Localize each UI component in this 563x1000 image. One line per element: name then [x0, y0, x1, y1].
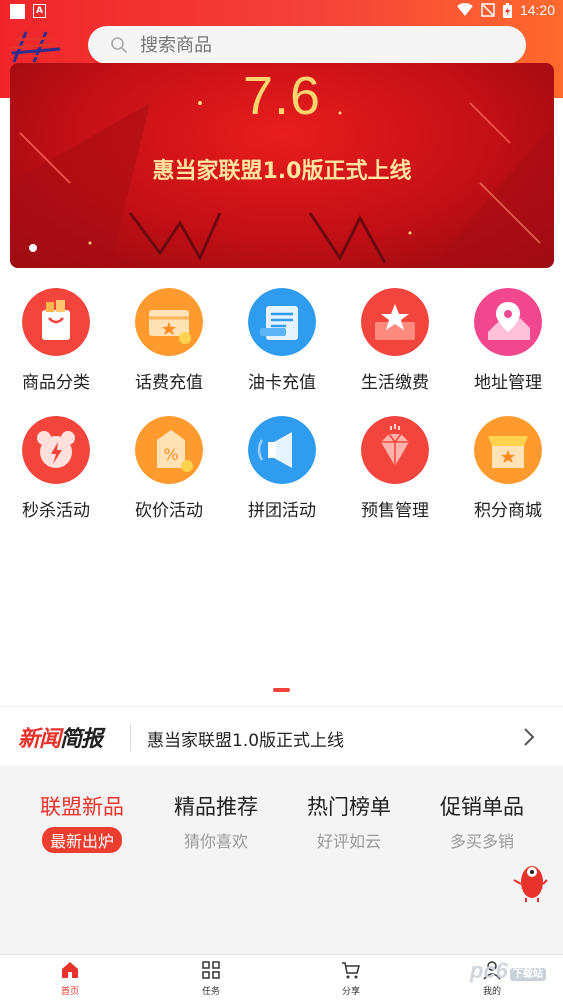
tab-title: 联盟新品: [40, 795, 124, 819]
category-item[interactable]: % 砍价活动: [119, 416, 219, 521]
category-label: 地址管理: [474, 373, 542, 393]
grid-page-indicator: [273, 688, 290, 692]
bargain-tag-icon: %: [135, 416, 203, 484]
notification-square-icon: [10, 4, 25, 19]
category-label: 预售管理: [361, 501, 429, 521]
banner-date: 7.6: [242, 66, 322, 126]
no-signal-icon: [481, 3, 495, 17]
nav-share[interactable]: 分享: [321, 960, 381, 997]
tab-subtitle: 多买多销: [449, 832, 514, 851]
tab-subtitle: 好评如云: [316, 832, 381, 851]
watermark: pc6 下载站: [470, 958, 546, 984]
tab-subtitle: 最新出炉: [41, 827, 122, 853]
category-label: 话费充值: [135, 373, 203, 393]
grid-icon: [202, 961, 220, 979]
news-ticker[interactable]: 新闻简报 惠当家联盟1.0版正式上线: [0, 706, 563, 766]
category-label: 秒杀活动: [22, 501, 90, 521]
points-store-icon: [474, 416, 542, 484]
category-item[interactable]: 油卡充值: [232, 288, 332, 393]
status-time: 14:20: [519, 2, 555, 18]
banner-headline: 惠当家联盟1.0版正式上线: [152, 159, 412, 184]
notification-icons: A: [10, 4, 46, 19]
phone-recharge-icon: [135, 288, 203, 356]
category-item[interactable]: 秒杀活动: [6, 416, 106, 521]
tab-title: 促销单品: [440, 795, 524, 819]
category-item[interactable]: 商品分类: [6, 288, 106, 393]
cart-icon: [342, 962, 360, 979]
system-tray: 14:20: [456, 2, 555, 18]
nav-label: 分享: [341, 987, 360, 997]
carousel-dot[interactable]: [29, 244, 37, 252]
tab-title: 精品推荐: [174, 795, 258, 819]
battery-icon: [502, 2, 512, 18]
group-buy-megaphone-icon: [248, 416, 316, 484]
category-label: 拼团活动: [248, 501, 316, 521]
tab-promotions[interactable]: 促销单品 多买多销: [422, 791, 542, 853]
category-item[interactable]: 拼团活动: [232, 416, 332, 521]
life-payment-icon: [361, 288, 429, 356]
category-item[interactable]: 话费充值: [119, 288, 219, 393]
flash-sale-icon: [22, 416, 90, 484]
category-label: 积分商城: [474, 501, 542, 521]
status-bar: A 14:20: [0, 0, 563, 24]
shopping-bag-icon: [22, 288, 90, 356]
nav-label: 首页: [60, 987, 79, 997]
mascot-float-icon[interactable]: [512, 860, 548, 902]
tab-title: 热门榜单: [307, 795, 391, 819]
search-bar[interactable]: [88, 26, 526, 64]
nav-home[interactable]: 首页: [40, 960, 100, 997]
category-label: 砍价活动: [135, 501, 203, 521]
category-label: 商品分类: [22, 373, 90, 393]
wifi-icon: [456, 3, 473, 16]
search-icon: [111, 37, 127, 53]
news-headline[interactable]: 惠当家联盟1.0版正式上线: [147, 726, 344, 751]
tab-new-products[interactable]: 联盟新品 最新出炉: [22, 791, 142, 853]
fuel-card-icon: [248, 288, 316, 356]
tab-subtitle: 猜你喜欢: [183, 832, 248, 851]
nav-label: 我的: [482, 987, 501, 997]
nav-tasks[interactable]: 任务: [181, 960, 241, 997]
location-pin-icon: [474, 288, 542, 356]
category-label: 油卡充值: [248, 373, 316, 393]
category-item[interactable]: 地址管理: [458, 288, 558, 393]
news-logo: 新闻简报: [18, 727, 103, 752]
category-row: 秒杀活动 % 砍价活动 拼团活动 预售管理 积分商城: [0, 416, 563, 536]
search-input[interactable]: [140, 34, 500, 56]
news-divider: [130, 723, 131, 751]
category-label: 生活缴费: [361, 373, 429, 393]
nav-label: 任务: [201, 987, 220, 997]
notification-a-icon: A: [33, 4, 46, 18]
category-item[interactable]: 生活缴费: [345, 288, 445, 393]
presale-diamond-icon: [361, 416, 429, 484]
category-row: 商品分类 话费充值 油卡充值 生活缴费 地址管理: [0, 288, 563, 408]
chevron-right-icon[interactable]: [520, 726, 538, 748]
promo-banner[interactable]: 7.6 惠当家联盟1.0版正式上线: [10, 63, 554, 268]
category-item[interactable]: 积分商城: [458, 416, 558, 521]
category-item[interactable]: 预售管理: [345, 416, 445, 521]
svg-text:%: %: [163, 445, 178, 464]
app-logo[interactable]: [8, 26, 64, 66]
home-icon: [62, 962, 78, 978]
tab-recommended[interactable]: 精品推荐 猜你喜欢: [156, 791, 276, 853]
product-feed: 联盟新品 最新出炉 精品推荐 猜你喜欢 热门榜单 好评如云 促销单品 多买多销: [0, 766, 563, 954]
tab-hot-list[interactable]: 热门榜单 好评如云: [289, 791, 409, 853]
